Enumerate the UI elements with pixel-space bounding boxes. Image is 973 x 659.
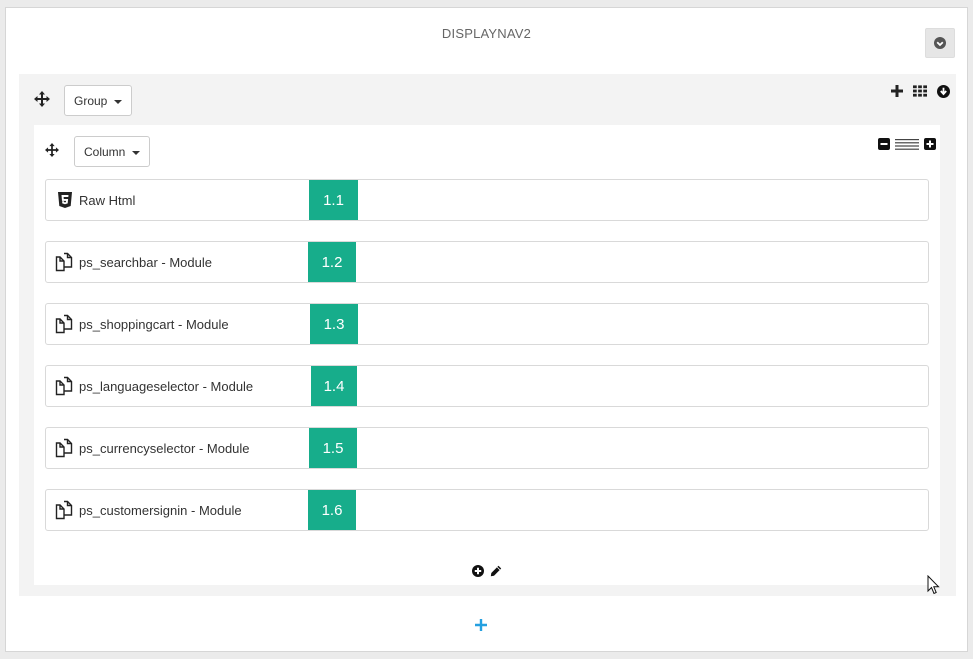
group-collapse-button[interactable]	[936, 84, 950, 98]
grid-icon	[913, 85, 927, 97]
module-position-badge: 1.5	[309, 428, 357, 468]
module-position-badge: 1.3	[310, 304, 358, 344]
module-label: ps_languageselector - Module	[79, 378, 254, 394]
module-position-badge: 1.4	[311, 366, 357, 406]
group-layout-button[interactable]	[913, 84, 927, 98]
module-row[interactable]: ps_currencyselector - Module 1.5	[45, 427, 929, 469]
add-group-button[interactable]	[474, 618, 488, 632]
caret-down-icon	[114, 99, 123, 104]
group-move-handle[interactable]	[34, 91, 50, 107]
circle-plus-icon	[472, 565, 484, 577]
group-dropdown-button[interactable]: Group	[64, 85, 133, 116]
column-container: Column Raw Html 1.1 ps_searchbar - Modul…	[34, 125, 940, 585]
module-label: ps_searchbar - Module	[79, 254, 212, 270]
column-toolbar	[877, 137, 937, 151]
circle-arrow-down-icon	[934, 37, 946, 49]
module-row[interactable]: ps_customersignin - Module 1.6	[45, 489, 929, 531]
module-label: ps_shoppingcart - Module	[79, 316, 229, 332]
column-width-decrease-button[interactable]	[877, 137, 891, 151]
column-dropdown-label: Column	[84, 144, 126, 159]
edit-column-button[interactable]	[489, 564, 503, 578]
plus-icon	[475, 619, 487, 631]
move-arrows-icon	[34, 91, 50, 107]
group-dropdown-label: Group	[74, 93, 108, 108]
group-container: Group Column Raw Html 1.1 ps_searchbar -…	[19, 74, 956, 596]
column-width-increase-button[interactable]	[923, 137, 937, 151]
module-row[interactable]: ps_searchbar - Module 1.2	[45, 241, 929, 283]
move-arrows-icon	[45, 143, 59, 157]
module-label: ps_currencyselector - Module	[79, 440, 250, 456]
copy-icon	[55, 376, 75, 396]
minus-square-icon	[878, 138, 890, 150]
lines-icon	[895, 138, 919, 150]
module-row[interactable]: ps_shoppingcart - Module 1.3	[45, 303, 929, 345]
column-footer-tools	[34, 564, 940, 578]
hook-collapse-button[interactable]	[925, 28, 955, 58]
caret-down-icon	[132, 150, 141, 155]
copy-icon	[55, 252, 75, 272]
column-dropdown-button[interactable]: Column	[74, 136, 151, 167]
copy-icon	[55, 500, 75, 520]
copy-icon	[55, 438, 75, 458]
module-position-badge: 1.2	[308, 242, 356, 282]
hook-title: DISPLAYNAV2	[441, 26, 532, 41]
copy-icon	[55, 314, 75, 334]
module-position-badge: 1.1	[309, 180, 358, 220]
module-position-badge: 1.6	[308, 490, 356, 530]
module-row[interactable]: ps_languageselector - Module 1.4	[45, 365, 929, 407]
module-label: Raw Html	[79, 192, 136, 208]
plus-square-icon	[924, 138, 936, 150]
column-width-indicator	[895, 137, 919, 151]
add-module-button[interactable]	[471, 564, 485, 578]
group-toolbar	[890, 84, 950, 98]
html5-icon	[55, 190, 75, 210]
module-row[interactable]: Raw Html 1.1	[45, 179, 929, 221]
plus-icon	[891, 85, 903, 97]
column-move-handle[interactable]	[44, 142, 60, 158]
module-label: ps_customersignin - Module	[79, 502, 242, 518]
mouse-cursor-icon	[927, 575, 940, 595]
hook-panel: DISPLAYNAV2 Group Column Raw Html 1.1 ps…	[5, 7, 968, 652]
group-add-column-button[interactable]	[890, 84, 904, 98]
circle-arrow-down-icon	[936, 84, 950, 98]
pencil-icon	[490, 565, 502, 577]
